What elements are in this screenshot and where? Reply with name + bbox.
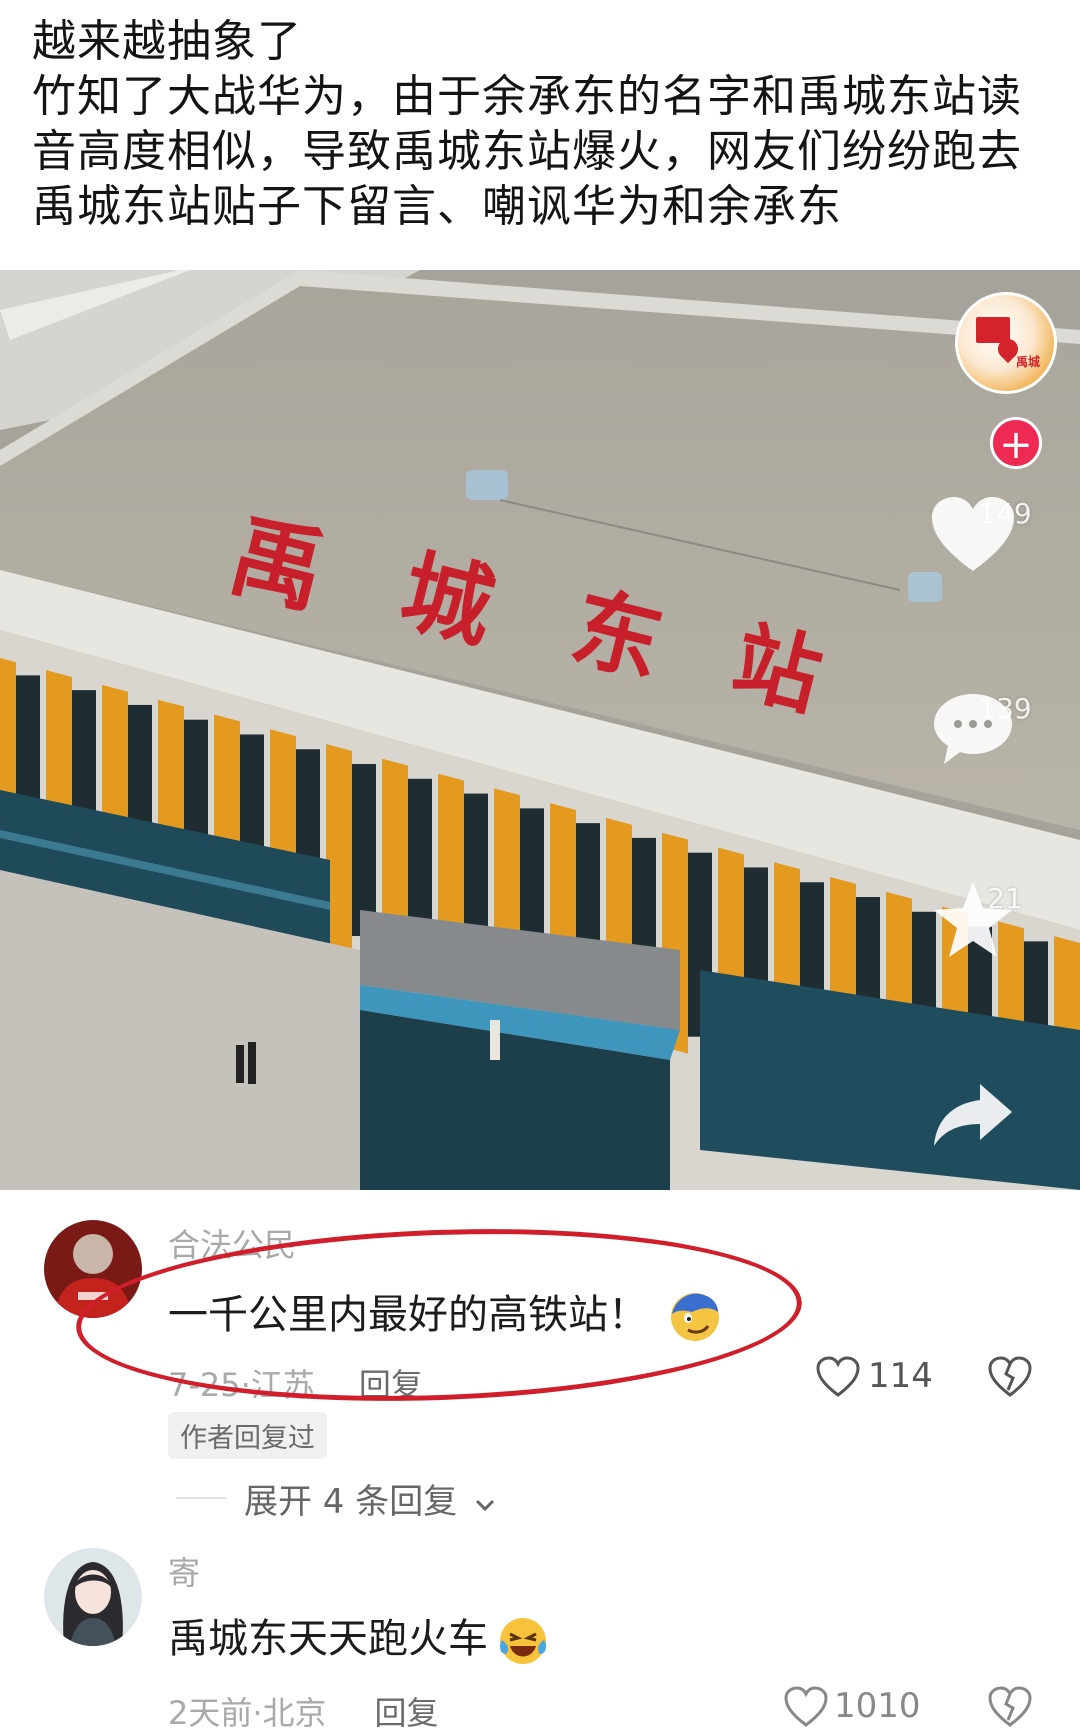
heart-outline-icon[interactable] bbox=[816, 1356, 860, 1398]
divider bbox=[176, 1497, 226, 1499]
expand-replies-label: 展开 4 条回复 bbox=[244, 1482, 458, 1522]
broken-heart-icon[interactable] bbox=[988, 1356, 1032, 1398]
comment-like-count: 114 bbox=[868, 1356, 933, 1396]
star-icon bbox=[934, 882, 1012, 957]
account-avatar[interactable]: 禹城 + bbox=[955, 292, 1057, 469]
comment-meta: 2天前·北京 回复 bbox=[168, 1688, 439, 1734]
broken-heart-icon[interactable] bbox=[988, 1686, 1032, 1728]
station-sign-char: 禹 bbox=[220, 500, 335, 627]
author-replied-badge: 作者回复过 bbox=[168, 1412, 327, 1459]
chevron-down-icon bbox=[476, 1499, 495, 1512]
account-logo-text: 禹城 bbox=[1016, 355, 1041, 369]
comment-like-count: 1010 bbox=[834, 1686, 921, 1726]
caption-line: 禹城东站贴子下留言、嘲讽华为和余承东 bbox=[32, 181, 842, 232]
comment-bubble-icon bbox=[934, 694, 1012, 764]
share-arrow-icon bbox=[934, 1084, 1012, 1146]
station-sign-char: 站 bbox=[723, 610, 831, 729]
comment-text: 禹城东天天跑火车 bbox=[168, 1606, 548, 1666]
post-caption: 越来越抽象了 竹知了大战华为，由于余承东的名字和禹城东站读 音高度相似，导致禹城… bbox=[32, 14, 1042, 234]
comment-item: 寄 禹城东天天跑火车 2天前·北京 回复 1010 bbox=[0, 1548, 1080, 1732]
reply-button[interactable]: 回复 bbox=[375, 1694, 439, 1732]
heart-outline-icon[interactable] bbox=[784, 1686, 828, 1728]
person bbox=[236, 1045, 244, 1083]
caption-line: 音高度相似，导致禹城东站爆火，网友们纷纷跑去 bbox=[32, 126, 1022, 177]
follow-button[interactable]: + bbox=[990, 417, 1042, 469]
station-sign-char: 东 bbox=[562, 574, 673, 696]
avatar[interactable] bbox=[44, 1548, 142, 1646]
caption-line: 越来越抽象了 bbox=[32, 16, 302, 67]
station-facade: 禹城东站 bbox=[0, 500, 1080, 1190]
person bbox=[490, 1020, 500, 1060]
expand-replies-button[interactable]: 展开 4 条回复 bbox=[244, 1474, 496, 1523]
comment-body: 禹城东天天跑火车 bbox=[168, 1616, 488, 1662]
station-sign-char: 城 bbox=[391, 538, 504, 663]
facade-window bbox=[352, 764, 376, 937]
like-action[interactable]: 149 bbox=[930, 495, 1080, 571]
person bbox=[248, 1042, 256, 1084]
favorite-action[interactable]: 21 bbox=[930, 880, 1080, 957]
video-frame[interactable]: 禹城东站 禹城 + 149 139 bbox=[0, 270, 1080, 1190]
caption-line: 竹知了大战华为，由于余承东的名字和禹城东站读 bbox=[32, 71, 1022, 122]
comment-author[interactable]: 寄 bbox=[168, 1548, 200, 1594]
comment-date-location: 2天前·北京 bbox=[168, 1694, 327, 1732]
laughing-crying-emoji bbox=[498, 1616, 548, 1666]
comment-action[interactable]: 139 bbox=[930, 690, 1080, 764]
video-action-rail: 禹城 + 149 139 21 bbox=[930, 270, 1080, 1190]
heart-icon bbox=[932, 497, 1014, 571]
